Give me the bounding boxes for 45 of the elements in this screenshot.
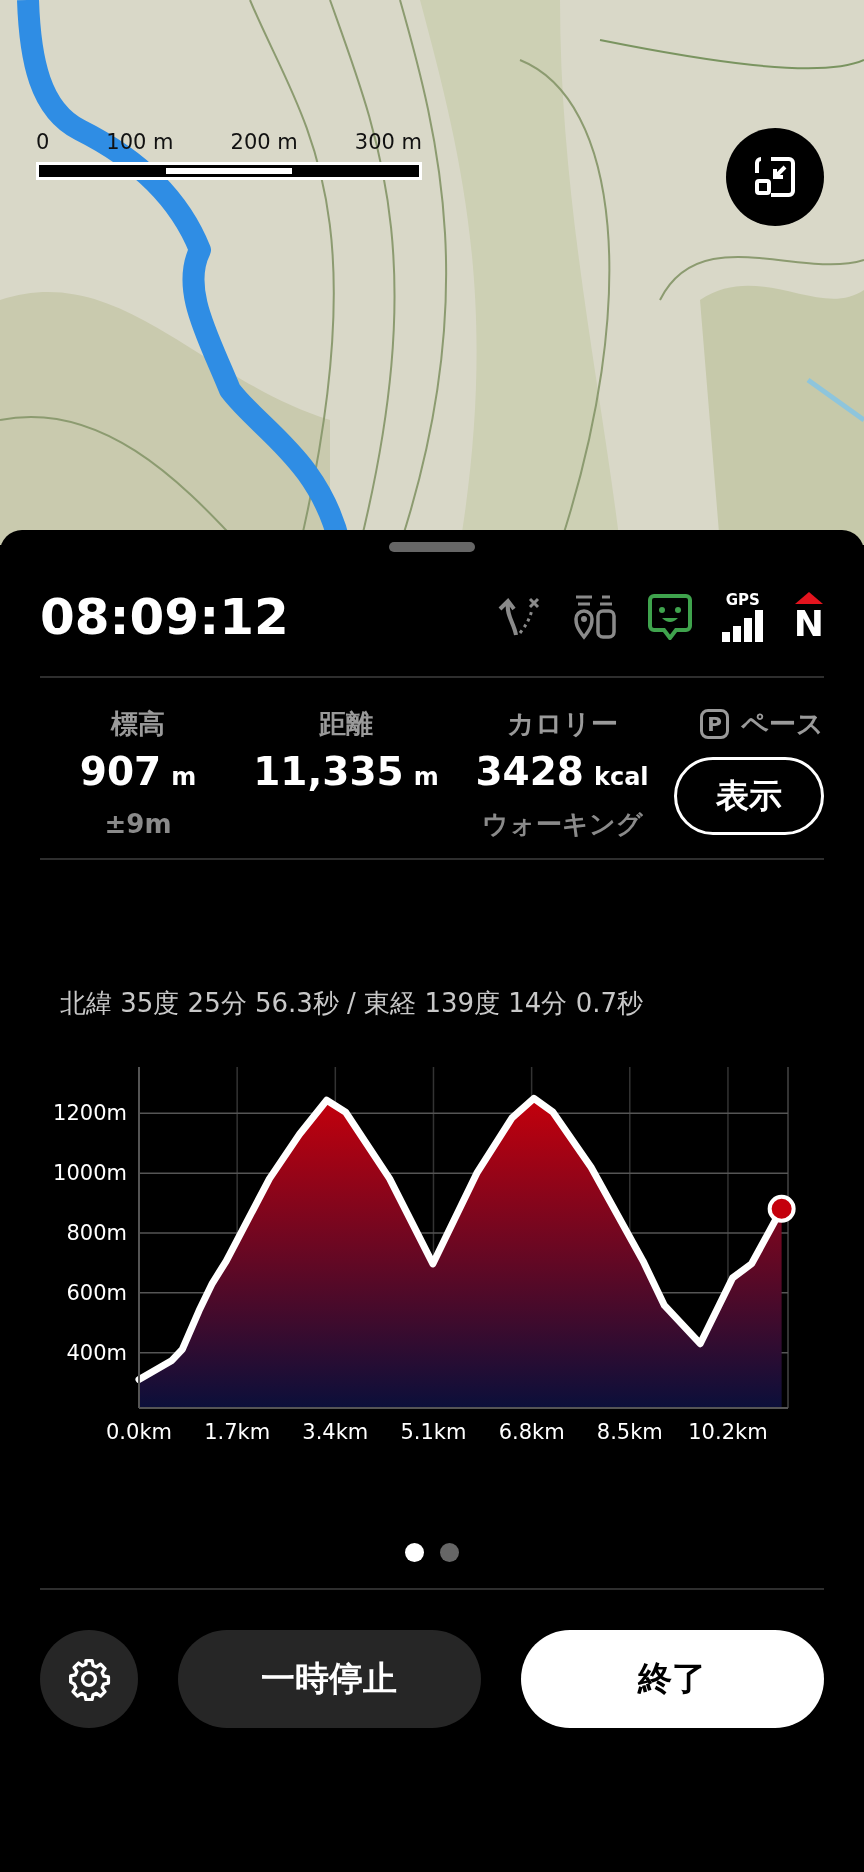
waypoints-icon[interactable] (571, 593, 618, 641)
stat-label: 距離 (319, 707, 373, 741)
stat-unit: m (171, 761, 197, 793)
stat-label: ペース (741, 707, 824, 741)
x-tick-label: 5.1km (400, 1419, 467, 1444)
stat-value: 3428 (475, 750, 584, 794)
stat-subtext: ±9m (104, 807, 172, 841)
y-tick-label: 600m (66, 1280, 127, 1305)
stat-label: 標高 (111, 707, 165, 741)
coordinates-text: 北緯 35度 25分 56.3秒 / 東経 139度 14分 0.7秒 (60, 986, 644, 1020)
scale-label: 200 m (230, 132, 298, 153)
page-indicator-dot[interactable] (440, 1542, 459, 1562)
drag-handle[interactable] (389, 542, 475, 552)
x-tick-label: 6.8km (498, 1419, 565, 1444)
x-tick-label: 1.7km (204, 1419, 271, 1444)
signal-icon (721, 609, 764, 642)
stat-value: 907 (79, 750, 162, 794)
scale-label: 0 (36, 132, 50, 153)
elapsed-time: 08:09:12 (40, 592, 289, 642)
y-tick-label: 1200m (53, 1100, 127, 1125)
settings-icon (66, 1656, 111, 1701)
scale-label: 300 m (354, 132, 422, 153)
gps-label: GPS (725, 592, 760, 608)
finish-button[interactable]: 終了 (520, 1629, 824, 1728)
face-icon[interactable] (647, 594, 692, 640)
show-button[interactable]: 表示 (674, 756, 824, 835)
x-tick-label: 3.4km (302, 1419, 369, 1444)
stat-value: 11,335 (253, 750, 404, 794)
shrink-icon (753, 155, 797, 199)
pause-button[interactable]: 一時停止 (177, 1629, 481, 1728)
stat-unit: kcal (593, 761, 649, 793)
current-position-marker (767, 1194, 796, 1223)
compass-north-label[interactable]: N (793, 606, 824, 642)
stat-label: カロリー (506, 707, 618, 741)
y-tick-label: 400m (66, 1340, 127, 1365)
x-tick-label: 8.5km (596, 1419, 663, 1444)
stat-unit: m (413, 761, 439, 793)
parking-badge: P (700, 709, 729, 740)
page-indicator-dot[interactable] (405, 1542, 424, 1562)
y-tick-label: 800m (66, 1220, 127, 1245)
x-tick-label: 10.2km (688, 1419, 768, 1444)
north-arrow-icon (794, 592, 823, 604)
y-tick-label: 1000m (53, 1160, 127, 1185)
x-tick-label: 0.0km (106, 1419, 172, 1444)
stat-subtext: ウォーキング (481, 807, 643, 841)
